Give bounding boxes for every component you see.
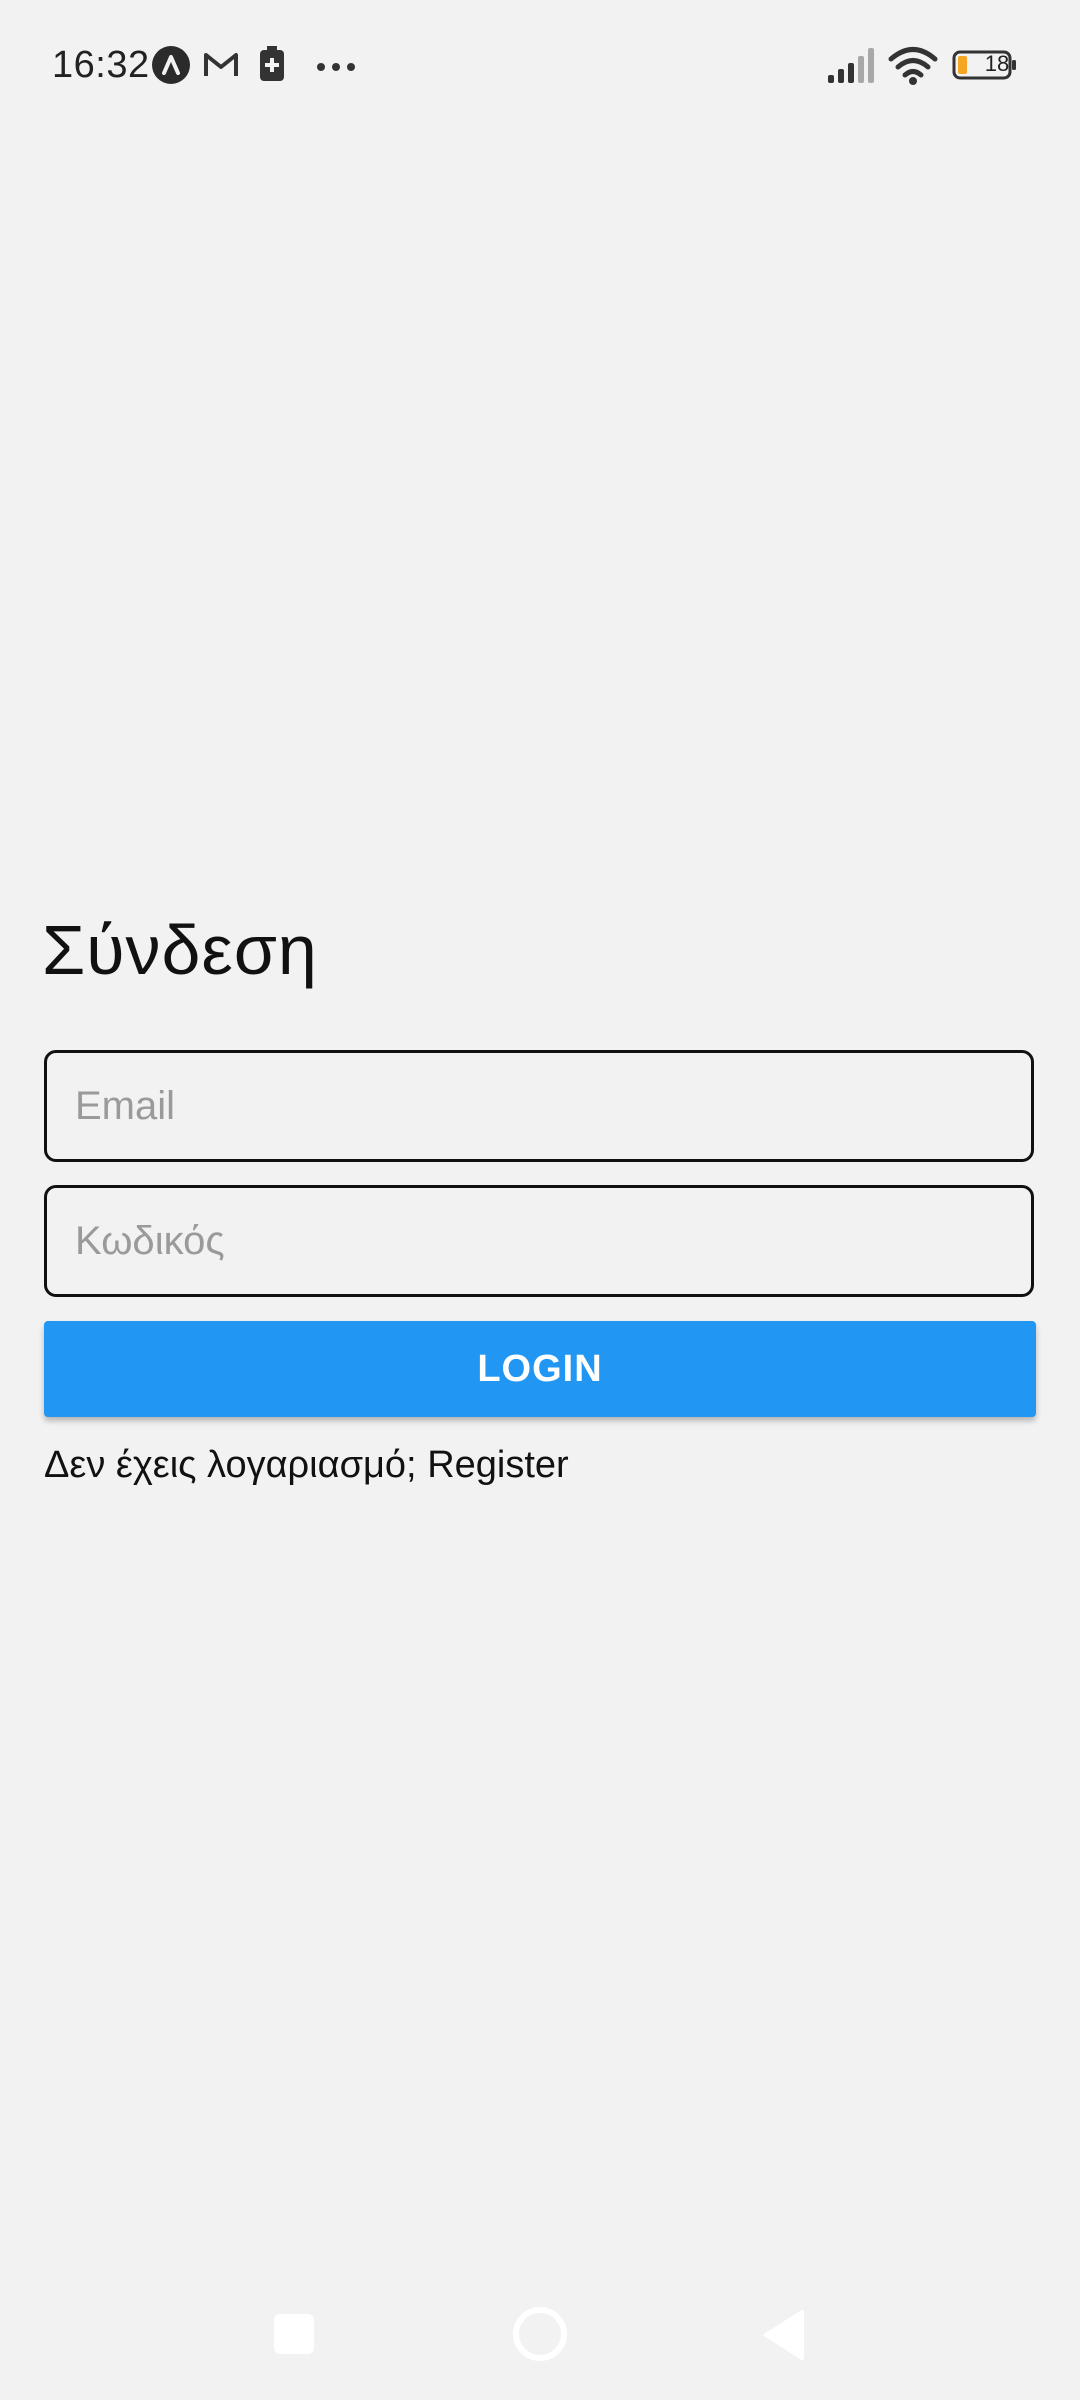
- navigation-bar: [0, 2290, 1080, 2380]
- battery-level-text: 18: [984, 51, 1010, 76]
- password-input[interactable]: [44, 1185, 1034, 1297]
- recents-icon[interactable]: [274, 2314, 314, 2354]
- wifi-icon: [888, 46, 938, 86]
- app-a-icon: [152, 46, 190, 84]
- register-prompt: Δεν έχεις λογαριασμό; Register: [44, 1444, 569, 1487]
- gmail-icon: [202, 50, 240, 80]
- page-title: Σύνδεση: [42, 911, 318, 989]
- home-icon[interactable]: [512, 2306, 568, 2362]
- battery-saver-icon: [258, 46, 286, 82]
- email-input[interactable]: [44, 1050, 1034, 1162]
- more-dots-icon: [316, 60, 356, 72]
- login-button[interactable]: LOGIN: [44, 1321, 1036, 1417]
- status-time: 16:32: [52, 44, 150, 86]
- register-link[interactable]: Register: [427, 1444, 569, 1486]
- status-bar: 16:32 18: [0, 0, 1080, 132]
- no-account-text: Δεν έχεις λογαριασμό;: [44, 1444, 417, 1486]
- back-icon[interactable]: [760, 2308, 806, 2362]
- signal-icon: [826, 46, 878, 84]
